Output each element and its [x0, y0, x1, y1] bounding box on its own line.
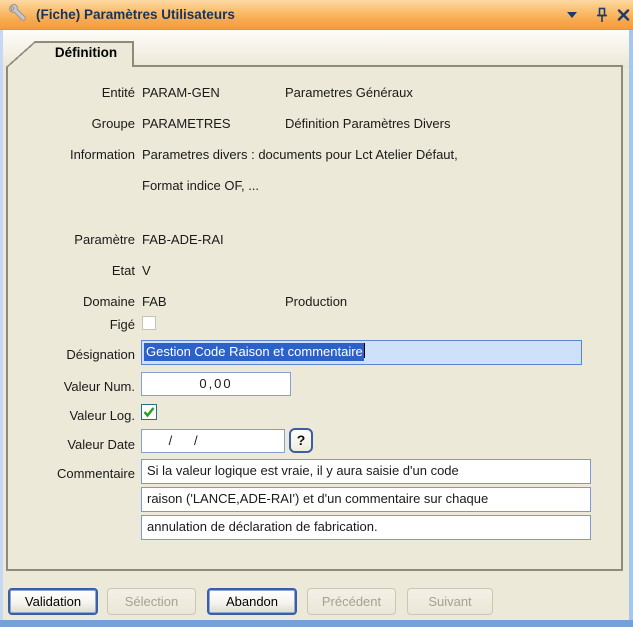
- fige-label: Figé: [6, 317, 135, 332]
- groupe-label: Groupe: [6, 116, 135, 131]
- information-line1: Parametres divers : documents pour Lct A…: [142, 147, 458, 162]
- entite-label: Entité: [6, 85, 135, 100]
- etat-value: V: [142, 263, 151, 278]
- abandon-button[interactable]: Abandon: [207, 588, 297, 615]
- valeur-num-input[interactable]: 0,00: [141, 372, 291, 396]
- valeur-date-label: Valeur Date: [6, 437, 135, 452]
- window-border-left: [0, 30, 3, 627]
- information-line2: Format indice OF, ...: [142, 178, 259, 193]
- chevron-down-icon[interactable]: [562, 6, 582, 24]
- domaine-value: FAB: [142, 294, 167, 309]
- domaine-label: Domaine: [6, 294, 135, 309]
- commentaire-input-line1[interactable]: Si la valeur logique est vraie, il y aur…: [141, 459, 591, 484]
- wrench-icon: [6, 3, 30, 27]
- window-border-right: [629, 30, 633, 627]
- valeur-date-input[interactable]: / /: [141, 429, 285, 453]
- commentaire-label: Commentaire: [6, 466, 135, 481]
- valeur-num-label: Valeur Num.: [6, 379, 135, 394]
- valeur-log-checkbox[interactable]: [141, 404, 157, 420]
- designation-label: Désignation: [6, 347, 135, 362]
- parametre-label: Paramètre: [6, 232, 135, 247]
- close-icon[interactable]: [613, 6, 633, 24]
- check-icon: [143, 406, 155, 418]
- fige-checkbox[interactable]: [142, 316, 156, 330]
- date-help-button[interactable]: ?: [289, 428, 313, 453]
- tab-definition[interactable]: Définition: [40, 45, 132, 60]
- window-title: (Fiche) Paramètres Utilisateurs: [36, 7, 235, 22]
- valeur-log-label: Valeur Log.: [6, 408, 135, 423]
- information-label: Information: [6, 147, 135, 162]
- selection-button[interactable]: Sélection: [107, 588, 196, 615]
- window-border-bottom: [0, 620, 633, 627]
- etat-label: Etat: [6, 263, 135, 278]
- parameters-user-window: (Fiche) Paramètres Utilisateurs: [0, 0, 633, 627]
- groupe-desc: Définition Paramètres Divers: [285, 116, 450, 131]
- entite-desc: Parametres Généraux: [285, 85, 413, 100]
- precedent-button[interactable]: Précédent: [307, 588, 396, 615]
- designation-selected-text: Gestion Code Raison et commentaire: [144, 343, 364, 361]
- parametre-value: FAB-ADE-RAI: [142, 232, 224, 247]
- groupe-value: PARAMETRES: [142, 116, 231, 131]
- pin-icon[interactable]: [592, 6, 612, 24]
- entite-value: PARAM-GEN: [142, 85, 220, 100]
- validation-button[interactable]: Validation: [8, 588, 98, 615]
- suivant-button[interactable]: Suivant: [407, 588, 493, 615]
- title-bar[interactable]: (Fiche) Paramètres Utilisateurs: [0, 0, 633, 30]
- designation-input[interactable]: Gestion Code Raison et commentaire: [141, 340, 582, 365]
- commentaire-input-line2[interactable]: raison ('LANCE,ADE-RAI') et d'un comment…: [141, 487, 591, 512]
- domaine-desc: Production: [285, 294, 347, 309]
- commentaire-input-line3[interactable]: annulation de déclaration de fabrication…: [141, 515, 591, 540]
- text-caret: [364, 343, 365, 358]
